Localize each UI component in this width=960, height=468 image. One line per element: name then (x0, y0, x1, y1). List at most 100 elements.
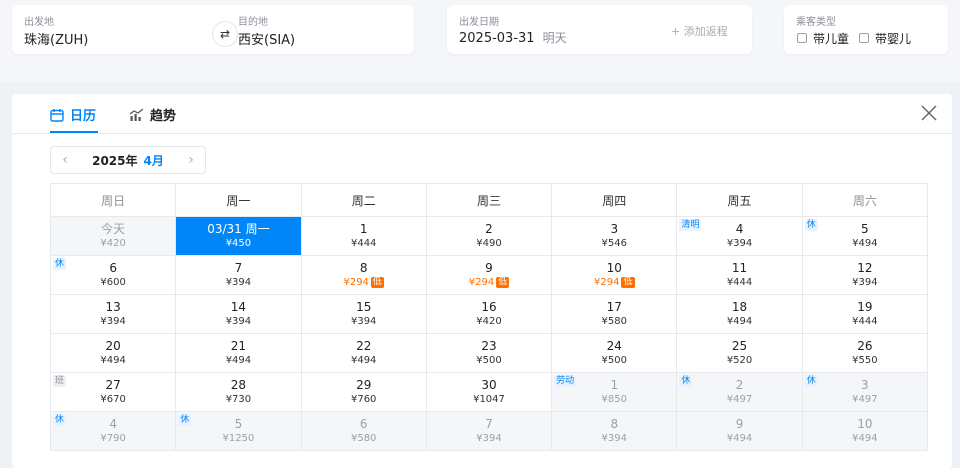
calendar-day[interactable]: 10 ¥494 (801, 411, 929, 451)
close-icon[interactable] (920, 104, 938, 122)
calendar-day[interactable]: 28 ¥730 (175, 372, 302, 412)
add-return-button[interactable]: + 添加返程 (671, 23, 728, 39)
day-number: 17 (606, 300, 622, 314)
calendar-day[interactable]: 9 ¥494 (676, 411, 803, 451)
chevron-right-icon[interactable]: › (177, 152, 205, 168)
day-price: ¥394 (176, 315, 300, 328)
calendar-day[interactable]: 14 ¥394 (175, 294, 302, 334)
calendar-day[interactable]: 休 2 ¥497 (676, 372, 803, 412)
day-number: 7 (234, 261, 243, 275)
day-number: 12 (857, 261, 873, 275)
price-value: ¥520 (726, 355, 753, 366)
search-bar: 出发地 珠海(ZUH) ⇄ 目的地 西安(SIA) 出发日期 2025-03-3… (0, 0, 960, 82)
calendar-day[interactable]: 7 ¥394 (425, 411, 553, 451)
calendar-icon (50, 108, 64, 122)
day-price: ¥294 低 (427, 276, 551, 289)
calendar-day[interactable]: 休 5 ¥1250 (175, 411, 302, 451)
calendar-day[interactable]: 班 27 ¥670 (49, 372, 177, 412)
calendar-day[interactable]: 15 ¥394 (300, 294, 427, 334)
day-number: 26 (857, 339, 873, 353)
calendar-day-selected[interactable]: 03/31 周一 ¥450 (175, 216, 302, 256)
calendar-day[interactable]: 29 ¥760 (300, 372, 427, 412)
price-value: ¥294 (343, 277, 369, 288)
calendar-day[interactable]: 25 ¥520 (676, 333, 803, 373)
day-price: ¥1047 (427, 393, 551, 406)
calendar-day[interactable]: 10 ¥294 低 (551, 255, 678, 295)
day-number: 13 (105, 300, 121, 314)
calendar-day[interactable]: 1 ¥444 (300, 216, 427, 256)
holiday-tag: 休 (804, 375, 818, 387)
price-value: ¥580 (601, 316, 627, 327)
calendar-day[interactable]: 休 4 ¥790 (49, 411, 177, 451)
infant-checkbox[interactable] (859, 33, 869, 43)
chevron-left-icon[interactable]: ‹ (51, 152, 79, 168)
day-price: ¥494 (302, 354, 426, 367)
tab-calendar-label: 日历 (70, 109, 97, 124)
child-checkbox[interactable] (797, 33, 807, 43)
calendar-day[interactable]: 12 ¥394 (801, 255, 929, 295)
calendar-day[interactable]: 16 ¥420 (425, 294, 553, 334)
day-number: 24 (606, 339, 622, 353)
day-number: 28 (230, 378, 247, 392)
calendar-day[interactable]: 13 ¥394 (49, 294, 177, 334)
day-price: ¥500 (552, 354, 676, 367)
tab-trend-label: 趋势 (150, 109, 177, 124)
day-number: 7 (485, 417, 493, 431)
calendar-day[interactable]: 11 ¥444 (676, 255, 803, 295)
calendar-day[interactable]: 26 ¥550 (801, 333, 929, 373)
day-number: 30 (481, 378, 497, 392)
calendar-day[interactable]: 30 ¥1047 (425, 372, 553, 412)
price-value: ¥450 (225, 238, 252, 249)
date-label: 出发日期 (459, 17, 499, 28)
price-value: ¥394 (225, 277, 252, 288)
day-number: 11 (731, 261, 748, 275)
price-value: ¥730 (225, 394, 252, 405)
holiday-tag: 休 (178, 414, 192, 426)
infant-label[interactable]: 带婴儿 (875, 30, 911, 47)
calendar-week-row: 班 27 ¥670 28 ¥730 29 ¥760 30 ¥1047 劳动 1 ¥850 休 2 ¥497 休… (49, 372, 929, 412)
calendar-day[interactable]: 8 ¥394 (551, 411, 678, 451)
calendar-day[interactable]: 18 ¥494 (676, 294, 803, 334)
price-value: ¥394 (100, 316, 126, 327)
calendar-day[interactable]: 9 ¥294 低 (425, 255, 553, 295)
date-note: 明天 (542, 31, 567, 45)
calendar-day[interactable]: 今天 ¥420 (49, 216, 177, 256)
calendar-day[interactable]: 21 ¥494 (175, 333, 302, 373)
calendar-day[interactable]: 7 ¥394 (175, 255, 302, 295)
child-label[interactable]: 带儿童 (813, 30, 849, 47)
day-number: 9 (485, 261, 493, 275)
calendar-day[interactable]: 休 5 ¥494 (801, 216, 929, 256)
active-tab-indicator (50, 131, 98, 133)
calendar-day[interactable]: 24 ¥500 (551, 333, 678, 373)
calendar-day[interactable]: 19 ¥444 (801, 294, 929, 334)
calendar-day[interactable]: 休 3 ¥497 (801, 372, 929, 412)
calendar-day[interactable]: 8 ¥294 低 (300, 255, 427, 295)
swap-icon[interactable]: ⇄ (212, 21, 238, 47)
day-number: 18 (731, 300, 748, 314)
departure-field[interactable]: 出发地 珠海(ZUH) (12, 5, 212, 54)
day-price: ¥494 (51, 354, 175, 367)
calendar-day[interactable]: 3 ¥546 (551, 216, 678, 256)
calendar-day[interactable]: 6 ¥580 (300, 411, 427, 451)
calendar-week-row: 13 ¥394 14 ¥394 15 ¥394 16 ¥420 17 ¥580 18 ¥494 19 ¥4… (49, 294, 929, 334)
calendar-day[interactable]: 2 ¥490 (425, 216, 553, 256)
day-price: ¥420 (51, 237, 175, 250)
day-price: ¥494 (176, 354, 300, 367)
calendar-day[interactable]: 劳动 1 ¥850 (551, 372, 678, 412)
day-price: ¥1250 (176, 432, 300, 445)
calendar-day[interactable]: 23 ¥500 (425, 333, 553, 373)
calendar-day[interactable]: 清明 4 ¥394 (676, 216, 803, 256)
calendar-day[interactable]: 22 ¥494 (300, 333, 427, 373)
tab-calendar[interactable]: 日历 (50, 105, 96, 124)
date-card[interactable]: 出发日期 2025-03-31 明天 + 添加返程 (447, 5, 752, 54)
calendar-week-row: 20 ¥494 21 ¥494 22 ¥494 23 ¥500 24 ¥500 25 ¥520 26 ¥5… (49, 333, 929, 373)
destination-field[interactable]: 目的地 西安(SIA) (226, 5, 414, 54)
calendar-day[interactable]: 休 6 ¥600 (49, 255, 177, 295)
day-price: ¥790 (51, 432, 175, 445)
tab-trend[interactable]: 趋势 (129, 105, 176, 124)
calendar-day[interactable]: 17 ¥580 (551, 294, 678, 334)
panel-tabs: 日历 趋势 (12, 94, 952, 134)
price-value: ¥294 (468, 277, 495, 288)
calendar-day[interactable]: 20 ¥494 (49, 333, 177, 373)
passenger-label: 乘客类型 (796, 17, 836, 28)
